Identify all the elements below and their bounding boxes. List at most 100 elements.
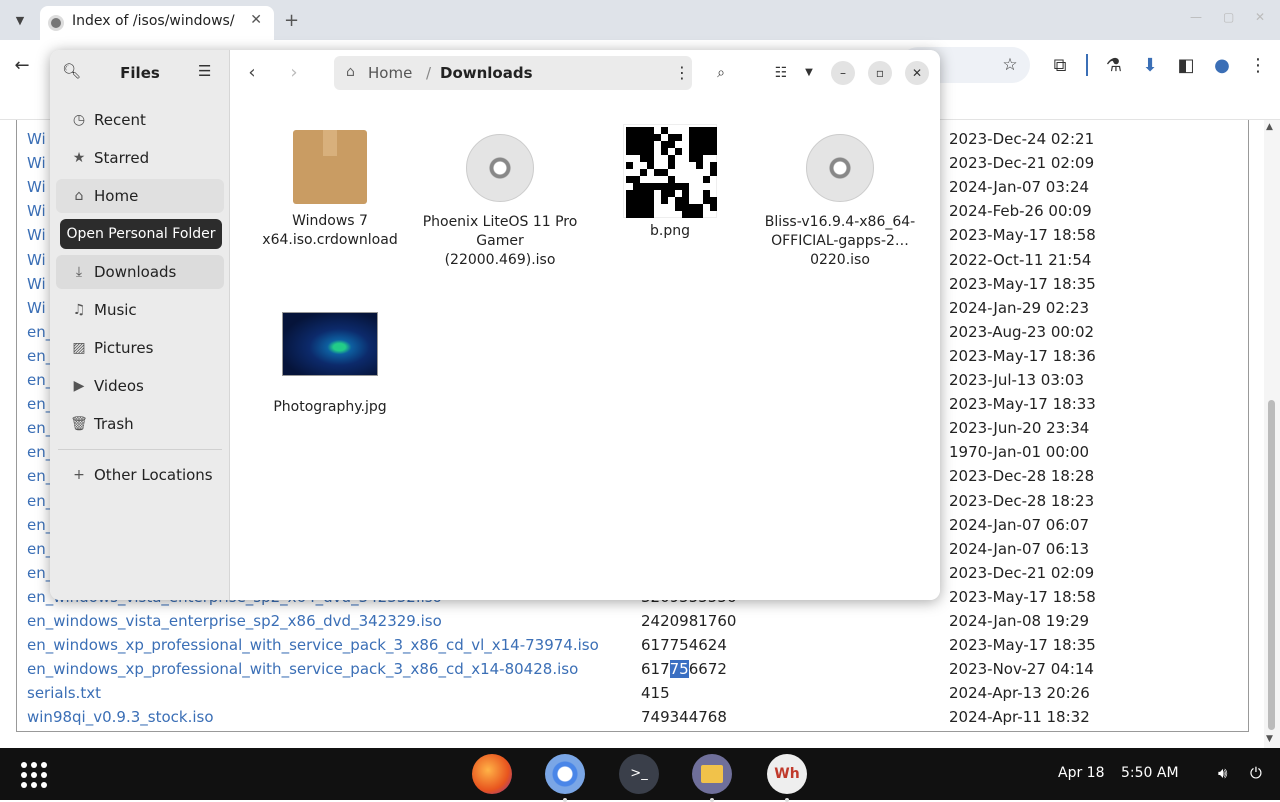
tooltip: Open Personal Folder bbox=[60, 219, 222, 249]
file-link[interactable]: en_windows_xp_professional_with_service_… bbox=[27, 660, 578, 678]
file-date: 2023-May-17 18:58 bbox=[949, 226, 1096, 245]
sidebar-item-trash[interactable]: 🗑 Trash bbox=[56, 407, 224, 441]
scrollbar-thumb[interactable] bbox=[1268, 400, 1275, 730]
file-item[interactable]: Photography.jpg bbox=[250, 312, 410, 417]
file-name: Bliss-v16.9.4-x86_64-OFFICIAL-gapps-2… 0… bbox=[764, 214, 916, 268]
qr-module bbox=[633, 141, 640, 148]
side-panel-icon[interactable]: ◧ bbox=[1174, 53, 1198, 77]
breadcrumb-current[interactable]: Downloads bbox=[440, 64, 533, 82]
qr-module bbox=[710, 148, 717, 155]
maximize-window-icon[interactable]: ▢ bbox=[1223, 10, 1234, 24]
back-chevron-icon[interactable]: ‹ bbox=[240, 62, 264, 86]
forward-chevron-icon[interactable]: › bbox=[282, 62, 306, 86]
file-link[interactable]: Wi bbox=[27, 178, 46, 196]
power-icon[interactable]: ⏻ bbox=[1250, 764, 1262, 782]
qr-module bbox=[710, 204, 717, 211]
file-link[interactable]: Wi bbox=[27, 226, 46, 244]
close-icon[interactable]: ✕ bbox=[905, 61, 929, 85]
qr-module bbox=[682, 211, 689, 218]
labs-flask-icon[interactable]: ⚗ bbox=[1102, 53, 1126, 77]
file-link[interactable]: en_windows_xp_professional_with_service_… bbox=[27, 636, 599, 654]
file-item[interactable]: Bliss-v16.9.4-x86_64-OFFICIAL-gapps-2… 0… bbox=[760, 134, 920, 270]
file-item[interactable]: Phoenix LiteOS 11 Pro Gamer (22000.469).… bbox=[420, 134, 580, 270]
firefox-icon[interactable] bbox=[472, 754, 512, 794]
qr-module bbox=[633, 183, 640, 190]
file-name: Phoenix LiteOS 11 Pro Gamer (22000.469).… bbox=[422, 214, 578, 268]
new-tab-button[interactable]: + bbox=[284, 10, 299, 31]
file-date: 2023-Dec-28 18:23 bbox=[949, 491, 1095, 510]
qr-module bbox=[626, 211, 633, 218]
extensions-puzzle-icon[interactable]: ⧉ bbox=[1048, 53, 1072, 77]
qr-module bbox=[668, 141, 675, 148]
qr-module bbox=[710, 169, 717, 176]
minimize-icon[interactable]: – bbox=[831, 61, 855, 85]
scroll-down-arrow-icon[interactable]: ▼ bbox=[1266, 734, 1273, 744]
close-window-icon[interactable]: ✕ bbox=[1255, 10, 1265, 24]
qr-module bbox=[703, 197, 710, 204]
qr-module bbox=[633, 127, 640, 134]
more-options-icon[interactable]: ⋮ bbox=[674, 63, 690, 82]
file-size: 2420981760 bbox=[641, 612, 737, 630]
search-folder-icon[interactable]: ⌕ bbox=[708, 60, 734, 86]
minimize-window-icon[interactable]: — bbox=[1190, 10, 1202, 24]
sidebar-item-starred[interactable]: ★ Starred bbox=[56, 141, 224, 175]
qr-module bbox=[710, 141, 717, 148]
file-link[interactable]: Wi bbox=[27, 130, 46, 148]
file-size: 749344768 bbox=[641, 708, 727, 727]
app-icon[interactable]: Wh bbox=[767, 754, 807, 802]
bookmark-star-icon[interactable]: ☆ bbox=[998, 53, 1022, 77]
file-item[interactable]: b.png bbox=[590, 124, 750, 241]
qr-module bbox=[654, 183, 661, 190]
sidebar-item-label: Recent bbox=[94, 111, 146, 129]
file-link[interactable]: Wi bbox=[27, 251, 46, 269]
table-row: en_windows_xp_professional_with_service_… bbox=[17, 632, 1248, 656]
tab-list-chevron-icon[interactable]: ▼ bbox=[10, 10, 30, 30]
list-view-icon[interactable]: ☷ bbox=[768, 60, 794, 86]
file-date: 2024-Jan-07 06:07 bbox=[949, 515, 1090, 534]
download-progress-icon[interactable]: ⬇ bbox=[1138, 53, 1162, 77]
sidebar-item-downloads[interactable]: ⤓ Downloads bbox=[56, 255, 224, 289]
qr-module bbox=[647, 134, 654, 141]
file-link[interactable]: Wi bbox=[27, 275, 46, 293]
sidebar-item-music[interactable]: ♫ Music bbox=[56, 293, 224, 327]
file-link[interactable]: serials.txt bbox=[27, 684, 101, 702]
breadcrumb-home[interactable]: Home bbox=[368, 64, 412, 82]
favicon-icon bbox=[48, 15, 64, 31]
file-link[interactable]: Wi bbox=[27, 299, 46, 317]
tab-close-icon[interactable]: ✕ bbox=[250, 12, 262, 28]
terminal-icon[interactable]: >_ bbox=[619, 754, 659, 794]
grid-dot bbox=[21, 762, 27, 768]
volume-icon[interactable]: 🔊︎ bbox=[1218, 764, 1227, 782]
file-date: 2023-May-17 18:33 bbox=[949, 395, 1096, 414]
running-indicator bbox=[785, 798, 789, 802]
maximize-icon[interactable]: ▫ bbox=[868, 61, 892, 85]
file-item[interactable]: Windows 7 x64.iso.crdownload bbox=[250, 130, 410, 250]
back-arrow-icon[interactable]: ← bbox=[10, 53, 34, 77]
file-link[interactable]: en_windows_vista_enterprise_sp2_x86_dvd_… bbox=[27, 612, 442, 630]
table-row: serials.txt 415 2024-Apr-13 20:26 bbox=[17, 680, 1248, 704]
taskbar-date[interactable]: Apr 18 bbox=[1058, 765, 1104, 781]
sidebar-item-recent[interactable]: ◷ Recent bbox=[56, 103, 224, 137]
qr-module bbox=[626, 176, 633, 183]
page-scrollbar[interactable] bbox=[1264, 120, 1280, 748]
browser-menu-icon[interactable]: ⋮ bbox=[1246, 53, 1270, 77]
profile-avatar-icon[interactable]: ● bbox=[1210, 53, 1234, 77]
app-grid-icon[interactable] bbox=[20, 761, 48, 789]
view-options-chevron-icon[interactable]: ▼ bbox=[796, 60, 822, 86]
file-link[interactable]: Wi bbox=[27, 202, 46, 220]
sidebar-item-videos[interactable]: ▶ Videos bbox=[56, 369, 224, 403]
sidebar-item-pictures[interactable]: ▨ Pictures bbox=[56, 331, 224, 365]
taskbar-time[interactable]: 5:50 AM bbox=[1121, 765, 1179, 781]
file-link[interactable]: Wi bbox=[27, 154, 46, 172]
browser-tab[interactable]: Index of /isos/windows/ ✕ bbox=[40, 6, 274, 40]
chrome-icon[interactable] bbox=[545, 754, 585, 802]
sidebar-item-other-locations[interactable]: + Other Locations bbox=[56, 458, 224, 492]
file-link[interactable]: win98qi_v0.9.3_stock.iso bbox=[27, 708, 214, 726]
file-date: 1970-Jan-01 00:00 bbox=[949, 443, 1090, 462]
grid-dot bbox=[31, 772, 37, 778]
hamburger-menu-icon[interactable]: ☰ bbox=[198, 62, 211, 80]
grid-dot bbox=[31, 762, 37, 768]
files-app-icon[interactable] bbox=[692, 754, 732, 802]
scroll-up-arrow-icon[interactable]: ▲ bbox=[1266, 122, 1273, 132]
sidebar-item-home[interactable]: ⌂ Home bbox=[56, 179, 224, 213]
